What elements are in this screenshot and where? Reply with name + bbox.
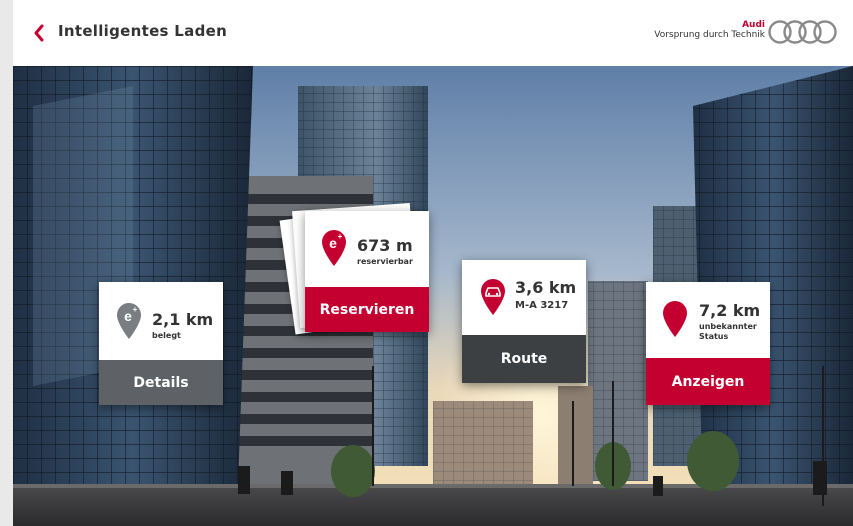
svg-text:e: e bbox=[124, 308, 132, 324]
brand-text: Audi Vorsprung durch Technik bbox=[654, 20, 765, 40]
brand-slogan: Vorsprung durch Technik bbox=[654, 30, 765, 40]
header-bar: Intelligentes Laden Audi Vorsprung durch… bbox=[13, 0, 853, 66]
status-label: belegt bbox=[152, 331, 181, 340]
station-card-reserve[interactable]: e + 673 m reservierbar Reservieren bbox=[305, 211, 429, 332]
ev-charging-pin-icon: e + bbox=[117, 303, 141, 339]
back-button[interactable] bbox=[31, 22, 47, 44]
distance-value: 2,1 km bbox=[152, 310, 214, 329]
page-title: Intelligentes Laden bbox=[58, 22, 228, 40]
route-button[interactable]: Route bbox=[462, 335, 586, 383]
station-card-details[interactable]: e + 2,1 km belegt Details bbox=[99, 282, 223, 405]
license-plate-label: M-A 3217 bbox=[515, 300, 569, 311]
reserve-button[interactable]: Reservieren bbox=[305, 287, 429, 332]
distance-value: 3,6 km bbox=[515, 278, 577, 297]
brand-name: Audi bbox=[742, 20, 765, 30]
ev-charging-pin-icon: e + bbox=[322, 230, 346, 266]
svg-text:e: e bbox=[329, 235, 337, 251]
distance-value: 7,2 km bbox=[699, 301, 761, 320]
app-window: Intelligentes Laden Audi Vorsprung durch… bbox=[0, 0, 853, 526]
location-pin-icon bbox=[663, 301, 687, 337]
svg-text:+: + bbox=[338, 232, 343, 241]
audi-rings-logo bbox=[768, 20, 837, 44]
car-pin-icon bbox=[481, 279, 505, 315]
status-label-line1: unbekannter bbox=[699, 322, 757, 331]
show-button[interactable]: Anzeigen bbox=[646, 358, 770, 405]
station-card-show[interactable]: 7,2 km unbekannter Status Anzeigen bbox=[646, 282, 770, 405]
status-label: reservierbar bbox=[357, 257, 413, 266]
station-card-route[interactable]: 3,6 km M-A 3217 Route bbox=[462, 260, 586, 383]
details-button[interactable]: Details bbox=[99, 360, 223, 405]
svg-text:+: + bbox=[133, 305, 138, 314]
chevron-left-icon bbox=[34, 24, 44, 42]
status-label-line2: Status bbox=[699, 332, 729, 341]
distance-value: 673 m bbox=[357, 236, 413, 255]
